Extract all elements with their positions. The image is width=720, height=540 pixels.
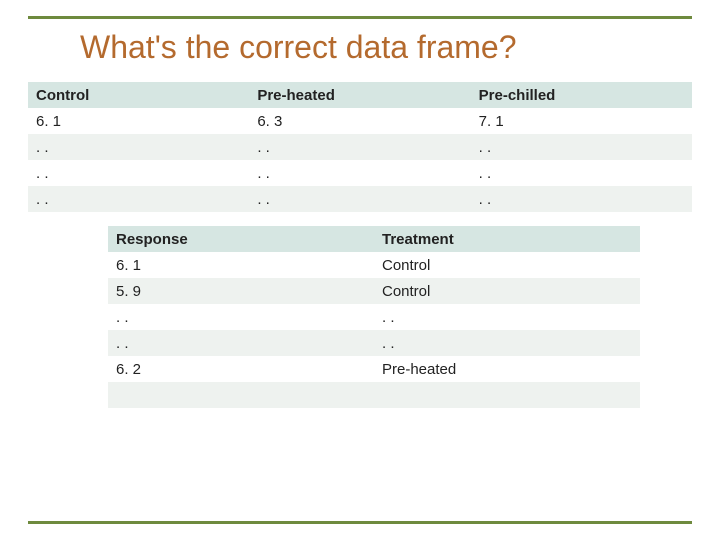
table-wide: Control Pre-heated Pre-chilled 6. 1 6. 3… [28,82,692,212]
table-cell: 5. 9 [108,278,374,304]
table-row: . . . . [108,304,640,330]
top-rule [28,16,692,19]
table-row [108,408,640,434]
table-cell: . . [249,134,470,160]
table-header-cell: Control [28,82,249,108]
table-cell [108,382,374,408]
table-long-wrap: Response Treatment 6. 1 Control 5. 9 Con… [108,226,640,434]
table-cell: . . [374,304,640,330]
table-header-row: Control Pre-heated Pre-chilled [28,82,692,108]
table-long: Response Treatment 6. 1 Control 5. 9 Con… [108,226,640,434]
table-row: 6. 2 Pre-heated [108,356,640,382]
table-cell: Control [374,278,640,304]
table-header-cell: Response [108,226,374,252]
table-cell: . . [28,160,249,186]
table-cell: 6. 1 [28,108,249,134]
table-header-cell: Pre-heated [249,82,470,108]
table-row: . . . . . . [28,134,692,160]
table-cell: . . [471,186,692,212]
table-cell: . . [28,134,249,160]
table-row: . . . . [108,330,640,356]
table-cell [374,382,640,408]
table-cell: . . [249,186,470,212]
table-cell [108,408,374,434]
table-wide-wrap: Control Pre-heated Pre-chilled 6. 1 6. 3… [28,82,692,212]
table-cell: . . [108,304,374,330]
bottom-rule [28,521,692,524]
table-row: 6. 1 6. 3 7. 1 [28,108,692,134]
table-cell: . . [108,330,374,356]
page-title: What's the correct data frame? [80,29,692,66]
table-header-cell: Pre-chilled [471,82,692,108]
table-cell: 6. 3 [249,108,470,134]
table-cell: . . [249,160,470,186]
table-row [108,382,640,408]
table-row: . . . . . . [28,160,692,186]
table-cell: . . [471,134,692,160]
table-cell: Pre-heated [374,356,640,382]
table-cell: 6. 1 [108,252,374,278]
table-cell: 7. 1 [471,108,692,134]
slide: What's the correct data frame? Control P… [0,0,720,540]
table-cell: . . [28,186,249,212]
table-row: . . . . . . [28,186,692,212]
table-cell: . . [471,160,692,186]
table-header-row: Response Treatment [108,226,640,252]
table-cell: Control [374,252,640,278]
table-cell [374,408,640,434]
table-cell: . . [374,330,640,356]
table-row: 5. 9 Control [108,278,640,304]
table-cell: 6. 2 [108,356,374,382]
table-row: 6. 1 Control [108,252,640,278]
table-header-cell: Treatment [374,226,640,252]
